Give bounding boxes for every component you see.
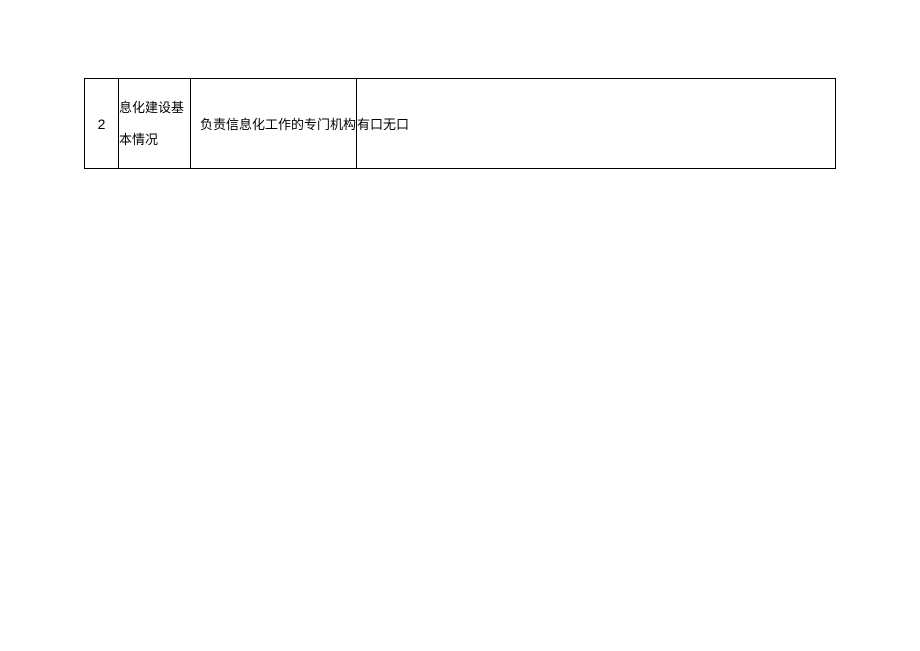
value-text: 有口无口 <box>357 117 409 132</box>
document-page: 2 息化建设基本情况 负责信息化工作的专门机构 有口无口 <box>0 0 920 169</box>
item-text: 负责信息化工作的专门机构 <box>200 117 356 132</box>
form-table: 2 息化建设基本情况 负责信息化工作的专门机构 有口无口 <box>84 78 836 169</box>
value-cell: 有口无口 <box>357 79 836 169</box>
category-text: 息化建设基本情况 <box>119 100 184 146</box>
category-cell: 息化建设基本情况 <box>119 79 191 169</box>
row-number: 2 <box>98 116 106 132</box>
table-row: 2 息化建设基本情况 负责信息化工作的专门机构 有口无口 <box>85 79 836 169</box>
item-cell: 负责信息化工作的专门机构 <box>191 79 357 169</box>
row-number-cell: 2 <box>85 79 119 169</box>
